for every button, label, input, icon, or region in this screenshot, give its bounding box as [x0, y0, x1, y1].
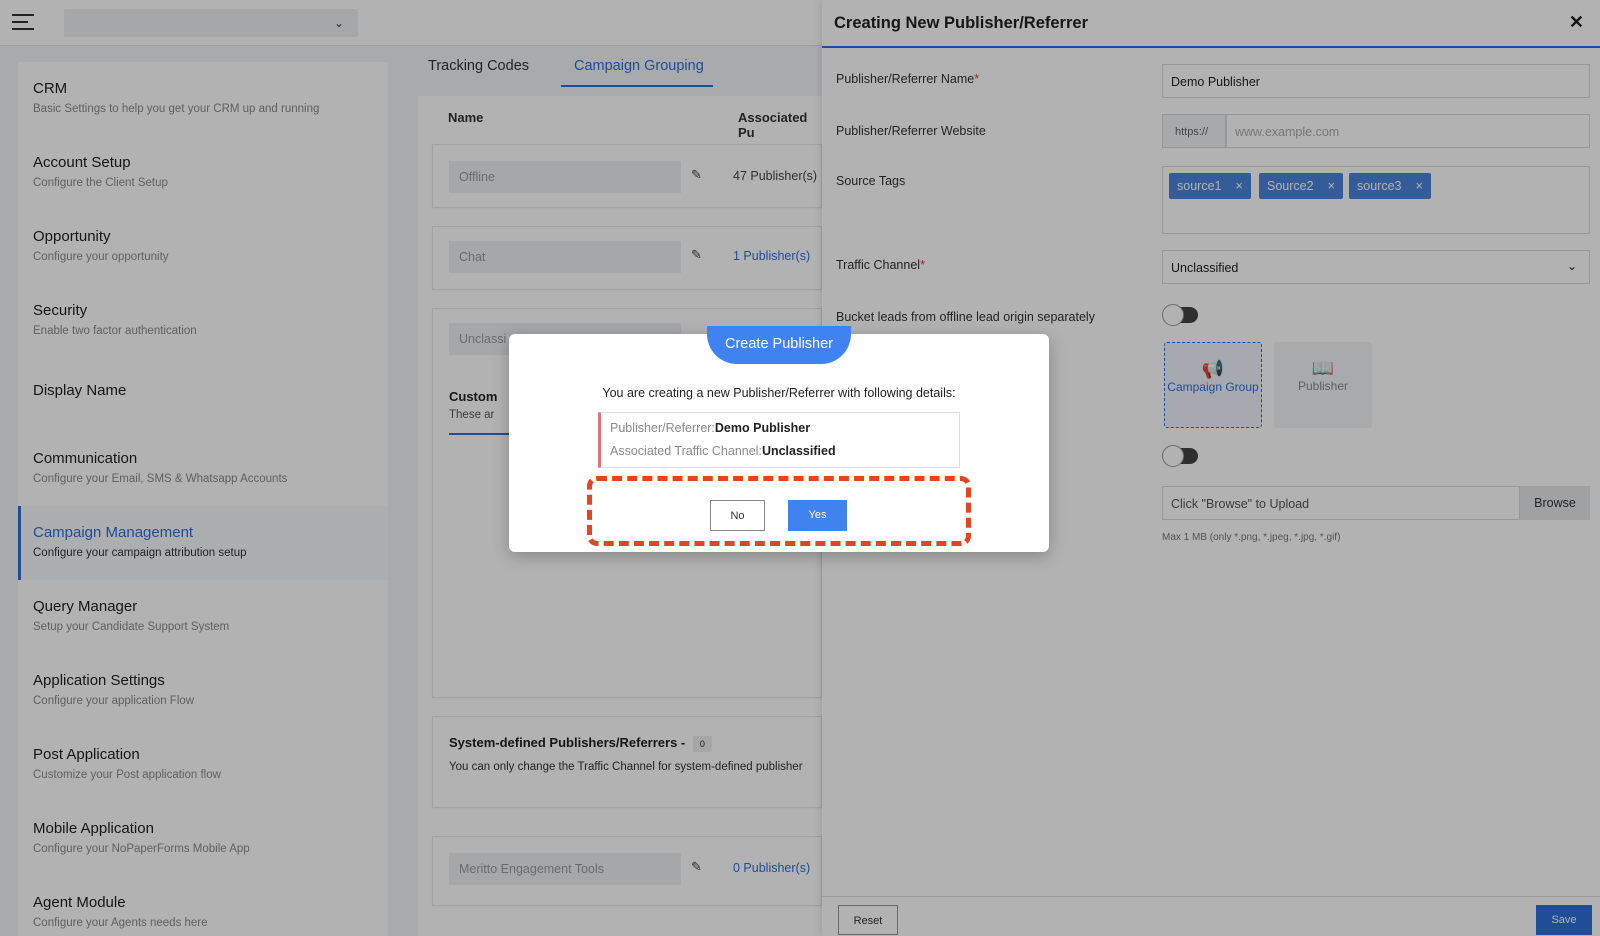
- publisher-detail: Publisher/Referrer:Demo Publisher: [610, 421, 950, 435]
- modal-title: Create Publisher: [707, 326, 851, 364]
- no-button[interactable]: No: [710, 500, 765, 531]
- detail-label: Associated Traffic Channel:: [610, 444, 762, 458]
- create-publisher-modal: Create Publisher You are creating a new …: [509, 326, 1049, 552]
- details-box: Publisher/Referrer:Demo Publisher Associ…: [598, 412, 960, 468]
- highlight-annotation: [587, 476, 971, 546]
- channel-detail: Associated Traffic Channel:Unclassified: [610, 444, 950, 458]
- detail-label: Publisher/Referrer:: [610, 421, 715, 435]
- yes-button[interactable]: Yes: [788, 500, 847, 531]
- detail-value: Unclassified: [761, 444, 836, 458]
- detail-value: Demo Publisher: [714, 421, 811, 435]
- modal-message: You are creating a new Publisher/Referre…: [602, 386, 956, 400]
